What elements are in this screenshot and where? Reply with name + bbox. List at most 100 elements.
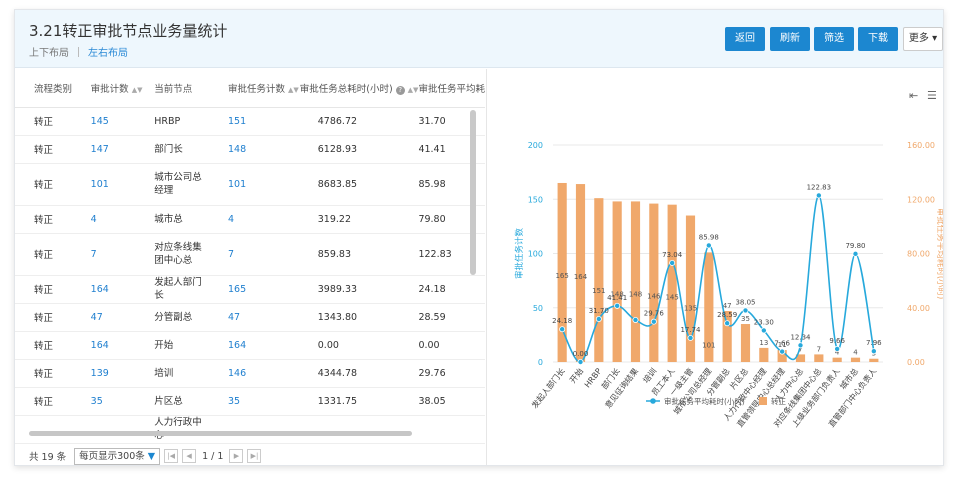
cell-total-hours: 1331.75 <box>299 387 419 416</box>
left-tick-label: 100 <box>528 250 543 259</box>
cell-task-count[interactable]: 4 <box>228 205 300 234</box>
x-tick-label: 发起人部门长 <box>529 366 566 410</box>
filter-button[interactable]: 筛选 <box>814 27 854 51</box>
horizontal-scrollbar[interactable] <box>29 431 412 436</box>
cell-current-node: 发起人部门长 <box>148 275 228 304</box>
combo-chart: 0501001502000.0040.0080.00120.00160.00审批… <box>514 141 946 429</box>
cell-approval-count[interactable]: 139 <box>85 359 149 388</box>
table-row[interactable]: 转正 4 城市总 4 319.22 79.80 <box>15 205 485 234</box>
first-page-icon[interactable]: |◀ <box>164 449 179 463</box>
line-point <box>559 326 566 333</box>
col-header-process-type[interactable]: 流程类别 <box>15 69 86 108</box>
cell-total-hours: 0.00 <box>299 331 419 360</box>
cell-task-count[interactable] <box>228 415 300 444</box>
table-row[interactable]: 转正 147 部门长 148 6128.93 41.41 <box>15 135 485 164</box>
cell-task-count[interactable]: 101 <box>228 163 300 206</box>
left-tick-label: 200 <box>528 141 543 150</box>
table-row[interactable]: 转正 139 培训 146 4344.78 29.76 <box>15 359 485 388</box>
cell-approval-count[interactable]: 101 <box>85 163 149 206</box>
cell-total-hours: 4786.72 <box>299 107 419 136</box>
col-header-current-node[interactable]: 当前节点 <box>148 69 228 108</box>
line-value-label: 12.34 <box>790 333 811 341</box>
table-row[interactable]: 转正 35 片区总 35 1331.75 38.05 <box>15 387 485 416</box>
sort-icon[interactable]: ▲▼ <box>288 86 299 94</box>
table-row[interactable]: 人力行政中心 <box>15 415 485 444</box>
cell-task-count[interactable]: 148 <box>228 135 300 164</box>
table-row[interactable]: 转正 164 开始 164 0.00 0.00 <box>15 331 485 360</box>
page-size-select[interactable]: 每页显示300条 ▼ <box>74 447 161 465</box>
layout-switcher: 上下布局 左右布局 <box>29 44 128 59</box>
cell-process-type: 转正 <box>15 359 86 388</box>
cell-task-count[interactable]: 151 <box>228 107 300 136</box>
left-tick-label: 0 <box>538 358 543 367</box>
line-value-label: 79.80 <box>845 242 865 250</box>
line-value-label: 24.18 <box>552 317 572 325</box>
table-row[interactable]: 转正 145 HRBP 151 4786.72 31.70 <box>15 107 485 136</box>
table-row[interactable]: 转正 101 城市公司总经理 101 8683.85 85.98 <box>15 163 485 206</box>
cell-task-count[interactable]: 146 <box>228 359 300 388</box>
y-axis-title-left: 审批任务计数 <box>514 228 525 280</box>
cell-task-count[interactable]: 35 <box>228 387 300 416</box>
next-page-icon[interactable]: ▶ <box>229 449 244 463</box>
bar-value-label: 35 <box>741 315 750 323</box>
table-row[interactable]: 转正 47 分管副总 47 1343.80 28.59 <box>15 303 485 332</box>
cell-task-count[interactable]: 47 <box>228 303 300 332</box>
right-tick-label: 120.00 <box>907 195 935 204</box>
bar <box>759 347 769 362</box>
chart-panel: ⇤ ☰ 0 50 100 150 200 0.00 40.00 80.00 120.00 160.… <box>487 69 946 465</box>
data-table-panel: 流程类别 审批计数 ▲▼ 当前节点 审批任务计数 ▲▼ 审批任务总耗时(小时)? ▲▼… <box>15 69 485 444</box>
cell-avg-hours: 0.00 <box>418 331 485 360</box>
cell-approval-count[interactable]: 164 <box>85 331 149 360</box>
x-tick-label: 培训 <box>641 366 659 385</box>
expand-icon[interactable]: ⇤ <box>909 89 918 102</box>
last-page-icon[interactable]: ▶| <box>247 449 262 463</box>
cell-task-count[interactable]: 164 <box>228 331 300 360</box>
download-button[interactable]: 下载 <box>858 27 898 51</box>
bar <box>612 201 622 362</box>
sort-icon[interactable]: ▲▼ <box>408 86 419 94</box>
cell-approval-count[interactable]: 7 <box>85 233 149 276</box>
line-value-label: 122.83 <box>807 183 832 191</box>
col-header-approval-count[interactable]: 审批计数 ▲▼ <box>85 69 149 108</box>
col-header-avg-hours[interactable]: 审批任务平均耗 <box>418 69 485 108</box>
cell-avg-hours: 38.05 <box>418 387 485 416</box>
layout-left-right-link[interactable]: 左右布局 <box>88 44 128 59</box>
cell-process-type: 转正 <box>15 135 86 164</box>
bar-value-label: 7 <box>817 345 821 353</box>
table-row[interactable]: 转正 7 对应条线集团中心总 7 859.83 122.83 <box>15 233 485 276</box>
page-info: 1 / 1 <box>202 450 224 462</box>
cell-approval-count[interactable]: 4 <box>85 205 149 234</box>
cell-task-count[interactable]: 165 <box>228 275 300 304</box>
cell-total-hours: 8683.85 <box>299 163 419 206</box>
cell-process-type: 转正 <box>15 387 86 416</box>
refresh-button[interactable]: 刷新 <box>770 27 810 51</box>
bar-value-label: 148 <box>629 290 642 298</box>
more-dropdown[interactable]: 更多 ▾ <box>903 27 943 51</box>
line-point <box>705 242 712 249</box>
back-button[interactable]: 返回 <box>725 27 765 51</box>
right-tick-label: 0.00 <box>907 358 925 367</box>
cell-current-node: HRBP <box>148 107 228 136</box>
cell-approval-count[interactable]: 164 <box>85 275 149 304</box>
cell-approval-count[interactable]: 35 <box>85 387 149 416</box>
bar-value-label: 165 <box>555 272 568 280</box>
cell-approval-count[interactable]: 47 <box>85 303 149 332</box>
cell-approval-count[interactable]: 147 <box>85 135 149 164</box>
vertical-scrollbar[interactable] <box>470 110 476 275</box>
col-header-total-hours[interactable]: 审批任务总耗时(小时)? ▲▼ <box>299 69 419 108</box>
col-header-task-count[interactable]: 审批任务计数 ▲▼ <box>228 69 300 108</box>
cell-total-hours: 3989.33 <box>299 275 419 304</box>
list-icon[interactable]: ☰ <box>927 89 937 102</box>
prev-page-icon[interactable]: ◀ <box>182 449 197 463</box>
cell-current-node: 对应条线集团中心总 <box>148 233 228 276</box>
cell-task-count[interactable]: 7 <box>228 233 300 276</box>
cell-approval-count[interactable] <box>85 415 149 444</box>
help-icon[interactable]: ? <box>395 85 405 95</box>
sort-icon[interactable]: ▲▼ <box>132 86 143 94</box>
bar <box>832 357 842 362</box>
bar-value-label: 135 <box>684 305 697 313</box>
cell-total-hours: 859.83 <box>299 233 419 276</box>
layout-top-bottom-link[interactable]: 上下布局 <box>29 44 69 59</box>
cell-approval-count[interactable]: 145 <box>85 107 149 136</box>
table-row[interactable]: 转正 164 发起人部门长 165 3989.33 24.18 <box>15 275 485 304</box>
